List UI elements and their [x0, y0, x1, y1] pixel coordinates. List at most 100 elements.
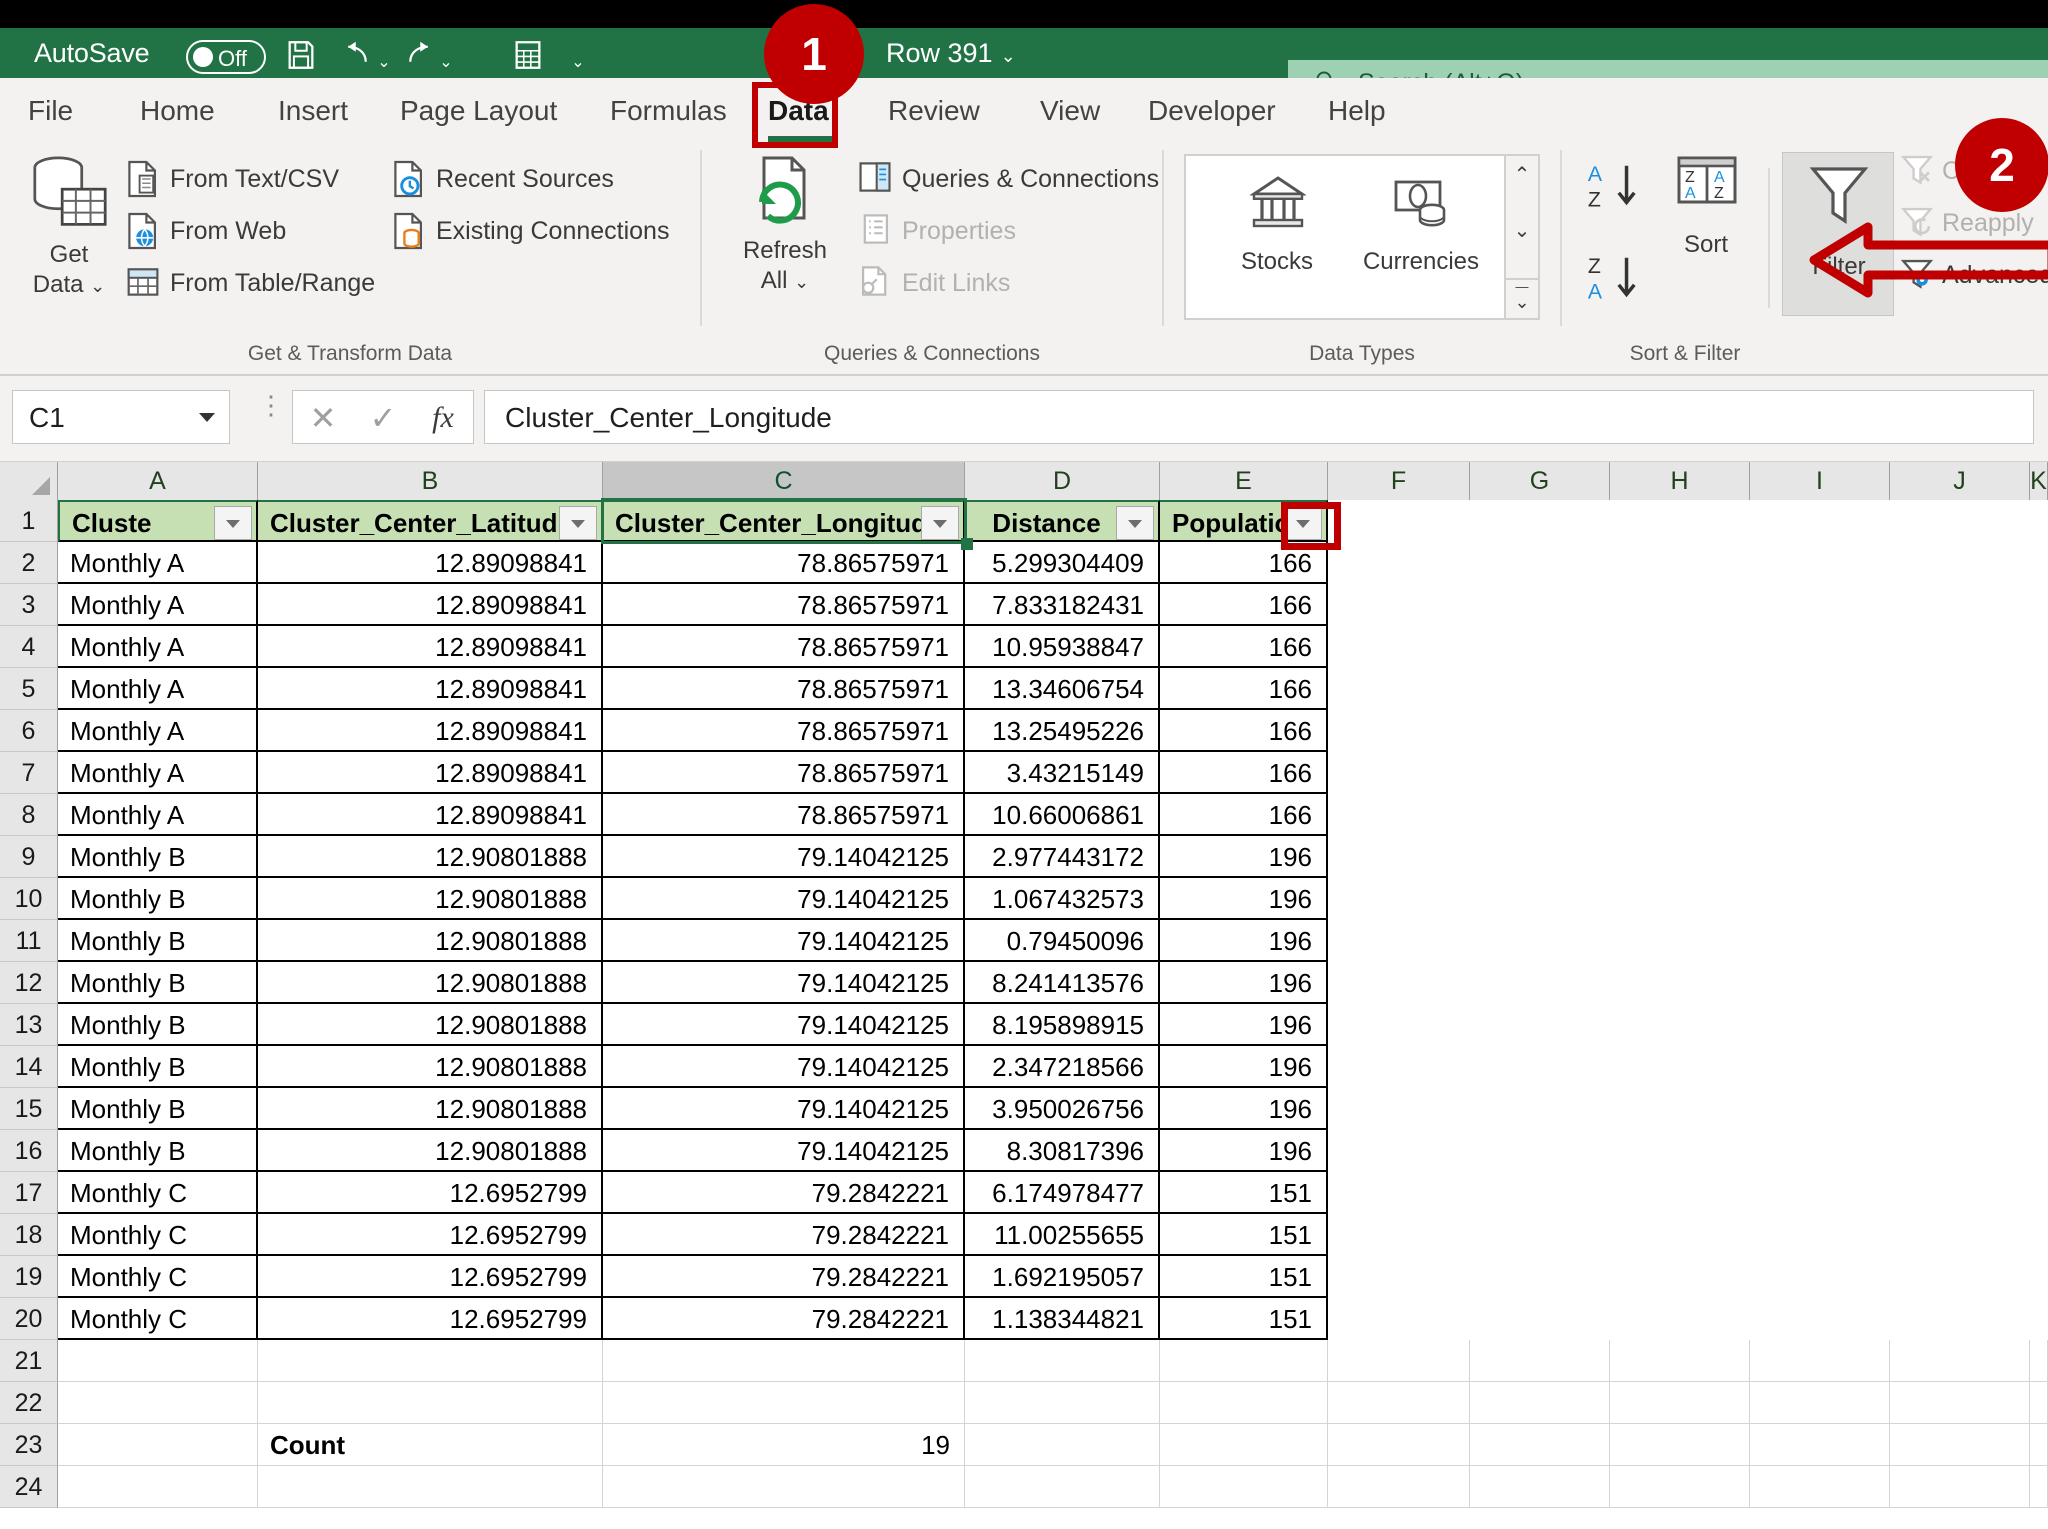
cell-E11[interactable]: 196 [1160, 920, 1328, 962]
tab-view[interactable]: View [1040, 90, 1100, 132]
column-header-d[interactable]: D [965, 462, 1160, 500]
cell-G24[interactable] [1470, 1466, 1610, 1508]
sort-descending-button[interactable]: Z A [1584, 250, 1642, 308]
confirm-edit-icon[interactable]: ✓ [353, 391, 413, 445]
cell-A23[interactable] [58, 1424, 258, 1466]
cell-D2[interactable]: 5.299304409 [965, 542, 1160, 584]
cell-D21[interactable] [965, 1340, 1160, 1382]
cell-D6[interactable]: 13.25495226 [965, 710, 1160, 752]
cell-D12[interactable]: 8.241413576 [965, 962, 1160, 1004]
autosave-toggle[interactable]: Off [186, 40, 266, 74]
get-data-caret-icon[interactable]: ⌄ [90, 276, 105, 296]
cell-E17[interactable]: 151 [1160, 1172, 1328, 1214]
existing-connections-button[interactable]: Existing Connections [392, 210, 669, 252]
cell-E16[interactable]: 196 [1160, 1130, 1328, 1172]
summary-value-cell[interactable]: 19 [603, 1424, 965, 1466]
cell-A3[interactable]: Monthly A [58, 584, 258, 626]
cell-E23[interactable] [1160, 1424, 1328, 1466]
column-header-k[interactable]: K [2030, 462, 2048, 500]
column-header-i[interactable]: I [1750, 462, 1890, 500]
cell-E3[interactable]: 166 [1160, 584, 1328, 626]
filter-dropdown-c-icon[interactable] [921, 506, 959, 540]
table-header-cell-a[interactable]: Cluste [58, 500, 258, 542]
cell-C6[interactable]: 78.86575971 [603, 710, 965, 752]
cell-J23[interactable] [1890, 1424, 2030, 1466]
row-header-7[interactable]: 7 [0, 752, 58, 794]
row-header-22[interactable]: 22 [0, 1382, 58, 1424]
cell-B4[interactable]: 12.89098841 [258, 626, 603, 668]
cell-D14[interactable]: 2.347218566 [965, 1046, 1160, 1088]
sort-ascending-button[interactable]: A Z [1584, 158, 1642, 216]
cell-E22[interactable] [1160, 1382, 1328, 1424]
formula-bar-grip[interactable]: ⋮ [258, 392, 284, 418]
tab-developer[interactable]: Developer [1148, 90, 1276, 132]
gallery-scroll-up-icon[interactable]: ⌃ [1506, 162, 1538, 187]
row-header-23[interactable]: 23 [0, 1424, 58, 1466]
cell-E20[interactable]: 151 [1160, 1298, 1328, 1340]
summary-label-cell[interactable]: Count [258, 1424, 603, 1466]
cell-E12[interactable]: 196 [1160, 962, 1328, 1004]
fill-handle[interactable] [961, 538, 973, 550]
gallery-more-icon[interactable]: — ⌄ [1506, 278, 1538, 311]
cell-I21[interactable] [1750, 1340, 1890, 1382]
cell-A22[interactable] [58, 1382, 258, 1424]
cell-A8[interactable]: Monthly A [58, 794, 258, 836]
cell-D15[interactable]: 3.950026756 [965, 1088, 1160, 1130]
cell-F21[interactable] [1328, 1340, 1470, 1382]
row-header-3[interactable]: 3 [0, 584, 58, 626]
cell-C21[interactable] [603, 1340, 965, 1382]
cell-C20[interactable]: 79.2842221 [603, 1298, 965, 1340]
cell-E6[interactable]: 166 [1160, 710, 1328, 752]
cell-D7[interactable]: 3.43215149 [965, 752, 1160, 794]
column-header-e[interactable]: E [1160, 462, 1328, 500]
row-header-18[interactable]: 18 [0, 1214, 58, 1256]
cell-C12[interactable]: 79.14042125 [603, 962, 965, 1004]
cell-A18[interactable]: Monthly C [58, 1214, 258, 1256]
cell-C24[interactable] [603, 1466, 965, 1508]
cell-H22[interactable] [1610, 1382, 1750, 1424]
cell-D11[interactable]: 0.79450096 [965, 920, 1160, 962]
row-header-11[interactable]: 11 [0, 920, 58, 962]
row-header-17[interactable]: 17 [0, 1172, 58, 1214]
column-header-c[interactable]: C [603, 462, 965, 500]
cell-C19[interactable]: 79.2842221 [603, 1256, 965, 1298]
tab-review[interactable]: Review [888, 90, 980, 132]
row-header-19[interactable]: 19 [0, 1256, 58, 1298]
cell-A5[interactable]: Monthly A [58, 668, 258, 710]
from-text-csv-button[interactable]: From Text/CSV [126, 158, 339, 200]
cell-E8[interactable]: 166 [1160, 794, 1328, 836]
row-header-12[interactable]: 12 [0, 962, 58, 1004]
cell-D18[interactable]: 11.00255655 [965, 1214, 1160, 1256]
calculate-icon[interactable] [508, 38, 548, 78]
row-header-8[interactable]: 8 [0, 794, 58, 836]
cell-G23[interactable] [1470, 1424, 1610, 1466]
column-header-f[interactable]: F [1328, 462, 1470, 500]
cell-A15[interactable]: Monthly B [58, 1088, 258, 1130]
cell-B20[interactable]: 12.6952799 [258, 1298, 603, 1340]
cell-K21[interactable] [2030, 1340, 2048, 1382]
cell-C8[interactable]: 78.86575971 [603, 794, 965, 836]
cell-E18[interactable]: 151 [1160, 1214, 1328, 1256]
cell-B19[interactable]: 12.6952799 [258, 1256, 603, 1298]
cell-E7[interactable]: 166 [1160, 752, 1328, 794]
cell-D4[interactable]: 10.95938847 [965, 626, 1160, 668]
cell-A16[interactable]: Monthly B [58, 1130, 258, 1172]
recent-sources-button[interactable]: Recent Sources [392, 158, 614, 200]
cell-C22[interactable] [603, 1382, 965, 1424]
row-header-14[interactable]: 14 [0, 1046, 58, 1088]
redo-dropdown-icon[interactable]: ⌄ [438, 48, 454, 78]
cell-D22[interactable] [965, 1382, 1160, 1424]
cell-I23[interactable] [1750, 1424, 1890, 1466]
cell-E21[interactable] [1160, 1340, 1328, 1382]
tab-file[interactable]: File [28, 90, 73, 132]
refresh-all-caret-icon[interactable]: ⌄ [794, 272, 809, 292]
cell-A13[interactable]: Monthly B [58, 1004, 258, 1046]
row-header-9[interactable]: 9 [0, 836, 58, 878]
cell-K24[interactable] [2030, 1466, 2048, 1508]
cell-C11[interactable]: 79.14042125 [603, 920, 965, 962]
cell-C2[interactable]: 78.86575971 [603, 542, 965, 584]
cell-C9[interactable]: 79.14042125 [603, 836, 965, 878]
cell-A9[interactable]: Monthly B [58, 836, 258, 878]
row-header-24[interactable]: 24 [0, 1466, 58, 1508]
name-box-dropdown-icon[interactable] [199, 413, 215, 422]
